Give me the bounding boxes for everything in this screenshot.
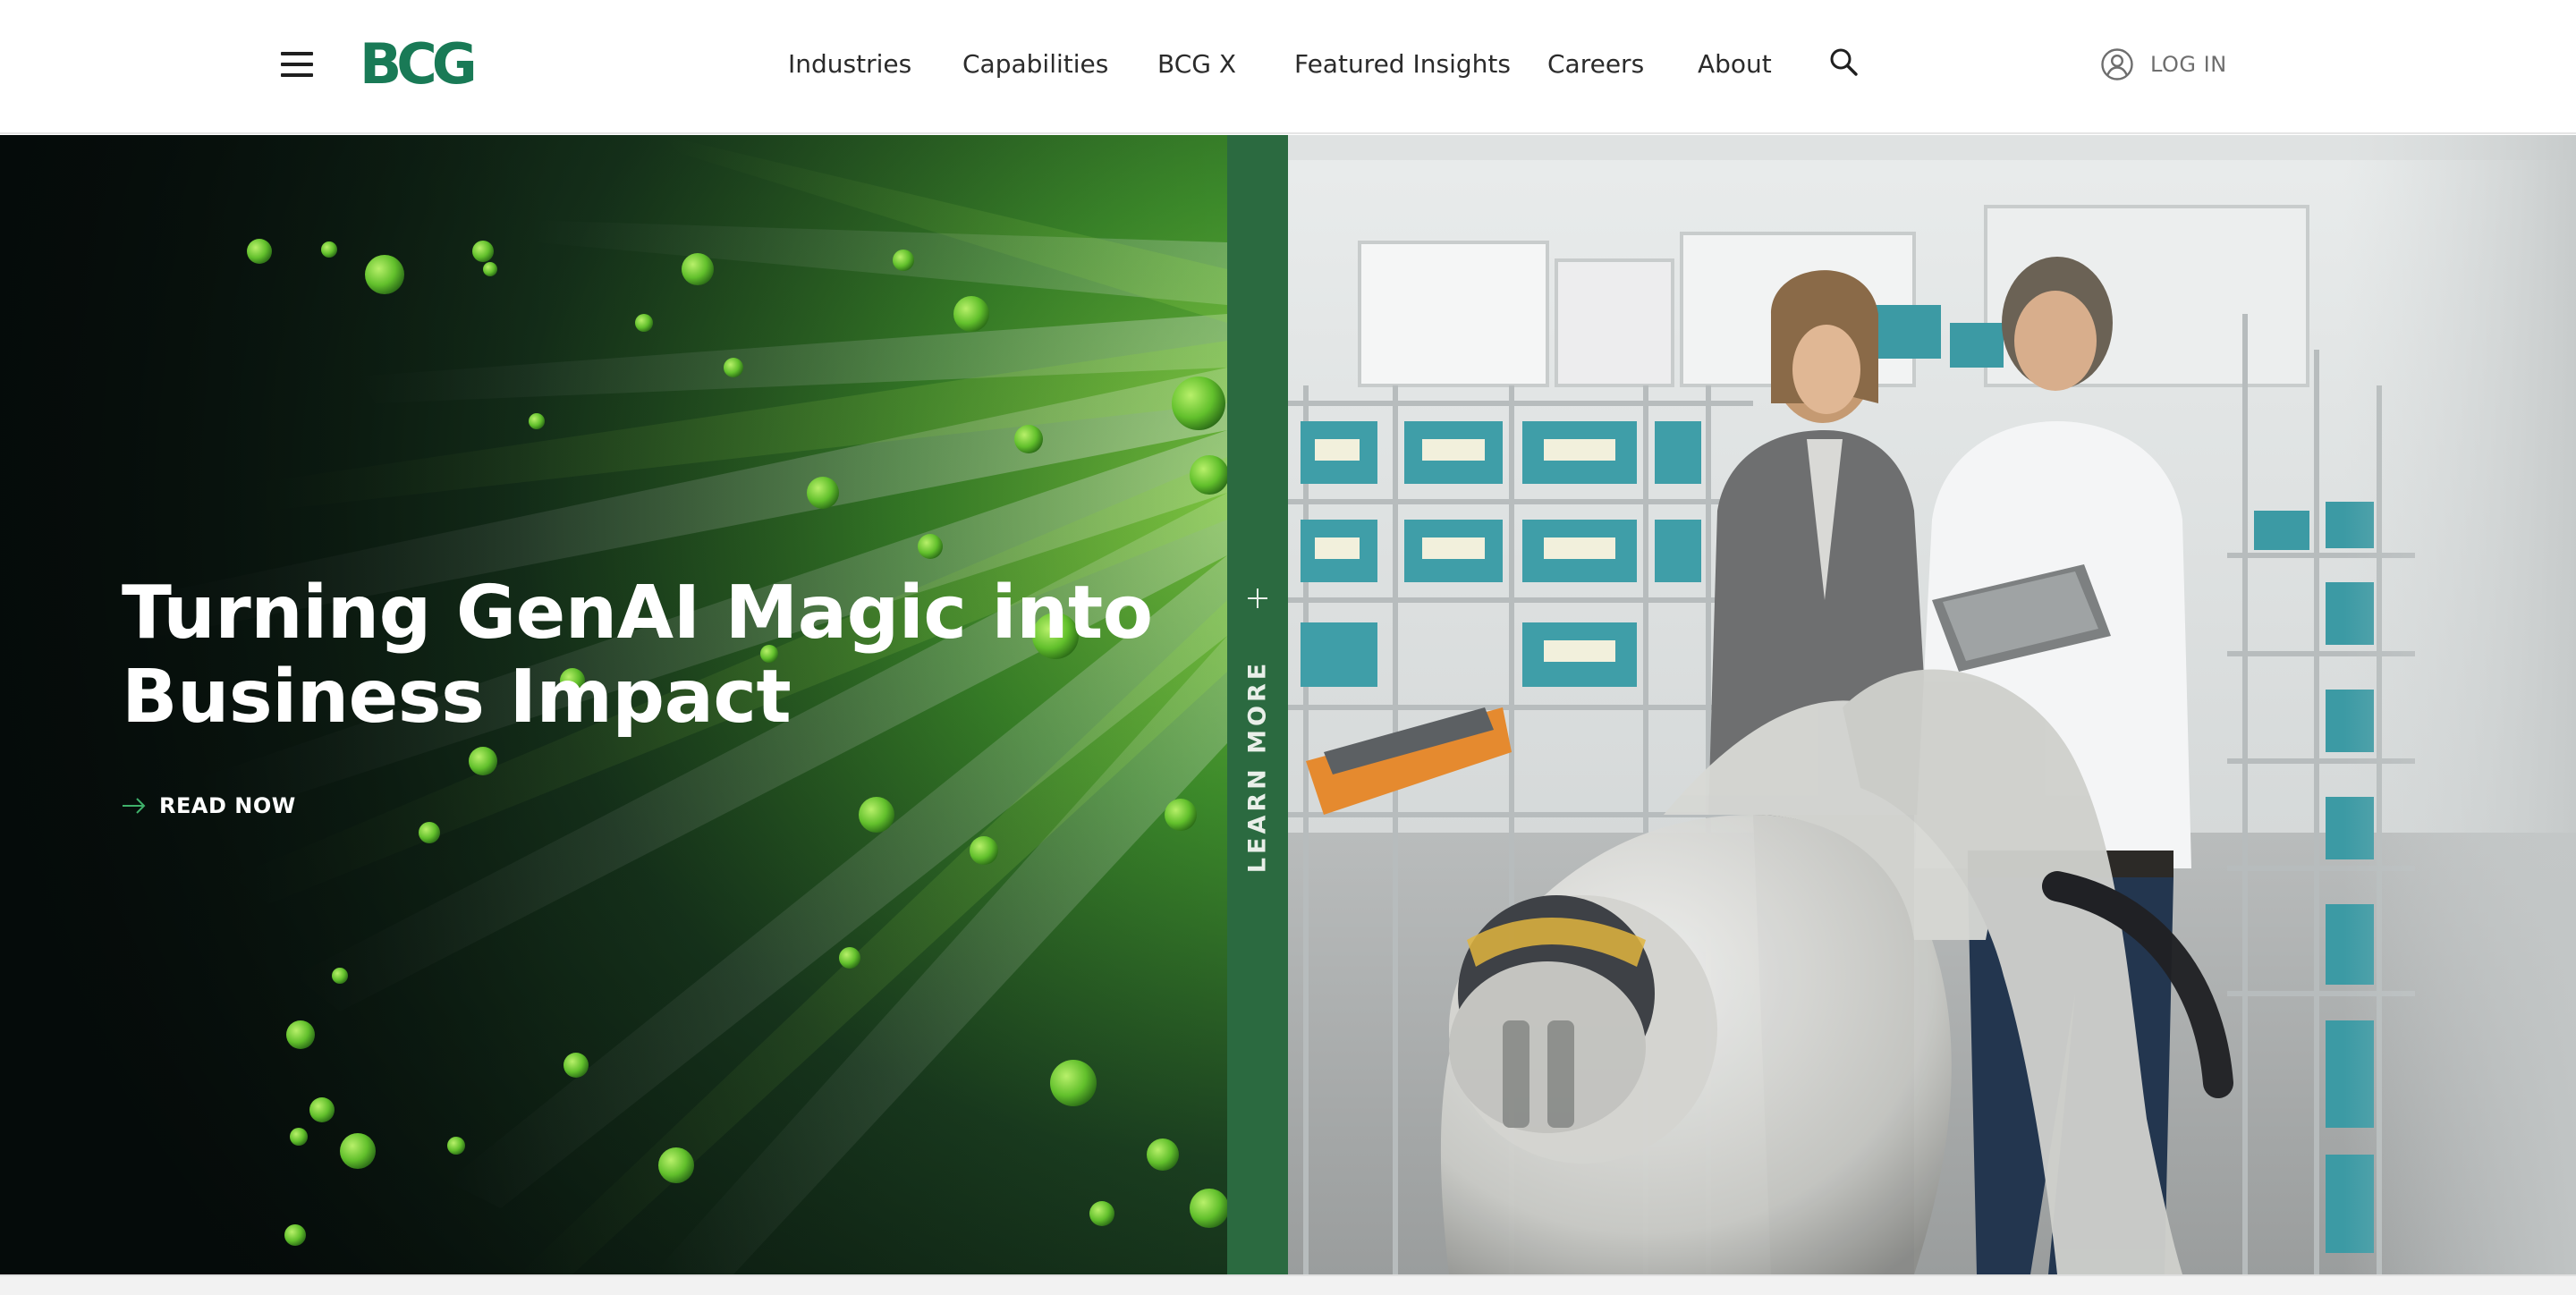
- learn-more-label: LEARN MORE: [1243, 659, 1272, 874]
- nav-item-featured-insights[interactable]: Featured Insights: [1294, 47, 1511, 82]
- hero-title: Turning GenAI Magic into Business Impact: [122, 571, 1177, 740]
- learn-more-tab[interactable]: LEARN MORE: [1227, 135, 1288, 1274]
- nav-item-industries[interactable]: Industries: [788, 47, 911, 82]
- nav-item-about[interactable]: About: [1698, 47, 1772, 82]
- plus-icon: [1248, 588, 1267, 608]
- factory-robot-photo: [1288, 135, 2576, 1274]
- nav-item-careers[interactable]: Careers: [1547, 47, 1644, 82]
- hero-secondary-card[interactable]: [1288, 135, 2576, 1274]
- hero-title-line-2: Business Impact: [122, 655, 792, 740]
- login-label: LOG IN: [2150, 52, 2227, 77]
- page-bottom-edge: [0, 1274, 2576, 1295]
- read-now-label: READ NOW: [159, 793, 296, 818]
- hero-section: Turning GenAI Magic into Business Impact…: [0, 135, 2576, 1274]
- nav-item-capabilities[interactable]: Capabilities: [962, 47, 1108, 82]
- hero-feature-card[interactable]: Turning GenAI Magic into Business Impact…: [0, 135, 1227, 1274]
- login-button[interactable]: LOG IN: [2100, 45, 2227, 84]
- hero-title-line-1: Turning GenAI Magic into: [122, 571, 1153, 656]
- user-circle-icon: [2101, 48, 2133, 80]
- nav-item-bcg-x[interactable]: BCG X: [1157, 47, 1236, 82]
- site-header: BCG Industries Capabilities BCG X Featur…: [0, 0, 2576, 134]
- arrow-right-icon: [123, 798, 146, 814]
- search-icon[interactable]: [1828, 47, 1860, 79]
- read-now-link[interactable]: READ NOW: [122, 788, 296, 824]
